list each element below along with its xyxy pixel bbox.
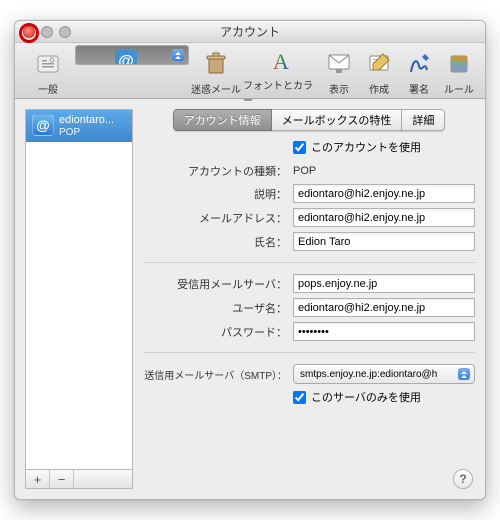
traffic-lights	[23, 26, 71, 38]
fonts-icon: A	[265, 48, 297, 76]
toolbar-general[interactable]: 一般	[21, 45, 75, 98]
separator	[143, 262, 475, 263]
toolbar-signature[interactable]: 署名	[399, 45, 439, 98]
type-label: アカウントの種類：	[143, 163, 287, 179]
signature-icon	[403, 48, 435, 80]
tab-detail[interactable]: 詳細	[402, 109, 445, 131]
pass-input[interactable]	[293, 322, 475, 341]
only-server-label: このサーバのみを使用	[311, 389, 421, 405]
svg-text:A: A	[273, 49, 289, 74]
account-item[interactable]: @ ediontaro... POP	[26, 110, 132, 142]
add-account-button[interactable]: +	[26, 470, 50, 488]
account-type: POP	[59, 127, 114, 139]
toolbar-junk[interactable]: 迷惑メール	[189, 45, 243, 98]
composing-icon	[363, 48, 395, 80]
toolbar-viewing[interactable]: 表示	[319, 45, 359, 98]
name-label: 氏名：	[143, 234, 287, 250]
toolbar-composing[interactable]: 作成	[359, 45, 399, 98]
type-value: POP	[293, 165, 316, 177]
titlebar: アカウント	[15, 21, 485, 43]
toolbar-fonts[interactable]: A フォントとカラー	[243, 45, 319, 98]
rules-icon	[443, 48, 475, 80]
email-label: メールアドレス：	[143, 210, 287, 226]
toolbar-rules[interactable]: ルール	[439, 45, 479, 98]
help-button[interactable]: ?	[453, 469, 473, 489]
accounts-icon: @	[110, 46, 142, 65]
remove-account-button[interactable]: −	[50, 470, 74, 488]
pass-label: パスワード：	[143, 324, 287, 340]
separator	[143, 352, 475, 353]
accounts-sidebar: @ ediontaro... POP + −	[25, 109, 133, 489]
sidebar-spacer	[74, 470, 132, 488]
zoom-button[interactable]	[59, 26, 71, 38]
window-title: アカウント	[220, 23, 280, 40]
email-input[interactable]	[293, 208, 475, 227]
sidebar-footer: + −	[25, 469, 133, 489]
enable-account-checkbox[interactable]	[293, 141, 306, 154]
smtp-select[interactable]: smtps.enjoy.ne.jp:ediontaro@h	[293, 364, 475, 384]
tab-mailbox[interactable]: メールボックスの特性	[272, 109, 403, 131]
accounts-list[interactable]: @ ediontaro... POP	[25, 109, 133, 469]
enable-account-label: このアカウントを使用	[311, 139, 421, 155]
account-form: このアカウントを使用 アカウントの種類： POP 説明： メールアドレス： 氏名…	[143, 139, 475, 408]
junk-icon	[200, 48, 232, 80]
svg-text:@: @	[118, 53, 134, 65]
user-input[interactable]	[293, 298, 475, 317]
toolbar-accounts[interactable]: @ アカウント	[75, 45, 189, 65]
desc-input[interactable]	[293, 184, 475, 203]
tab-account-info[interactable]: アカウント情報	[173, 109, 272, 131]
name-input[interactable]	[293, 232, 475, 251]
close-button[interactable]	[23, 26, 35, 38]
user-label: ユーザ名：	[143, 300, 287, 316]
incoming-input[interactable]	[293, 274, 475, 293]
settings-pane: アカウント情報 メールボックスの特性 詳細 このアカウントを使用 アカウントの種…	[143, 109, 475, 489]
preferences-window: アカウント 一般 @ アカウント 迷惑メール A フォントとカラー	[14, 20, 486, 500]
smtp-label: 送信用メールサーバ（SMTP）：	[143, 367, 287, 382]
general-icon	[32, 48, 64, 80]
minimize-button[interactable]	[41, 26, 53, 38]
toolbar: 一般 @ アカウント 迷惑メール A フォントとカラー 表示	[15, 43, 485, 99]
desc-label: 説明：	[143, 186, 287, 202]
account-name: ediontaro...	[59, 114, 114, 127]
incoming-label: 受信用メールサーバ：	[143, 276, 287, 292]
content: @ ediontaro... POP + − アカウント情報 メールボックスの特…	[15, 99, 485, 499]
tabs: アカウント情報 メールボックスの特性 詳細	[143, 109, 475, 131]
only-server-checkbox[interactable]	[293, 391, 306, 404]
at-icon: @	[32, 114, 54, 136]
viewing-icon	[323, 48, 355, 80]
